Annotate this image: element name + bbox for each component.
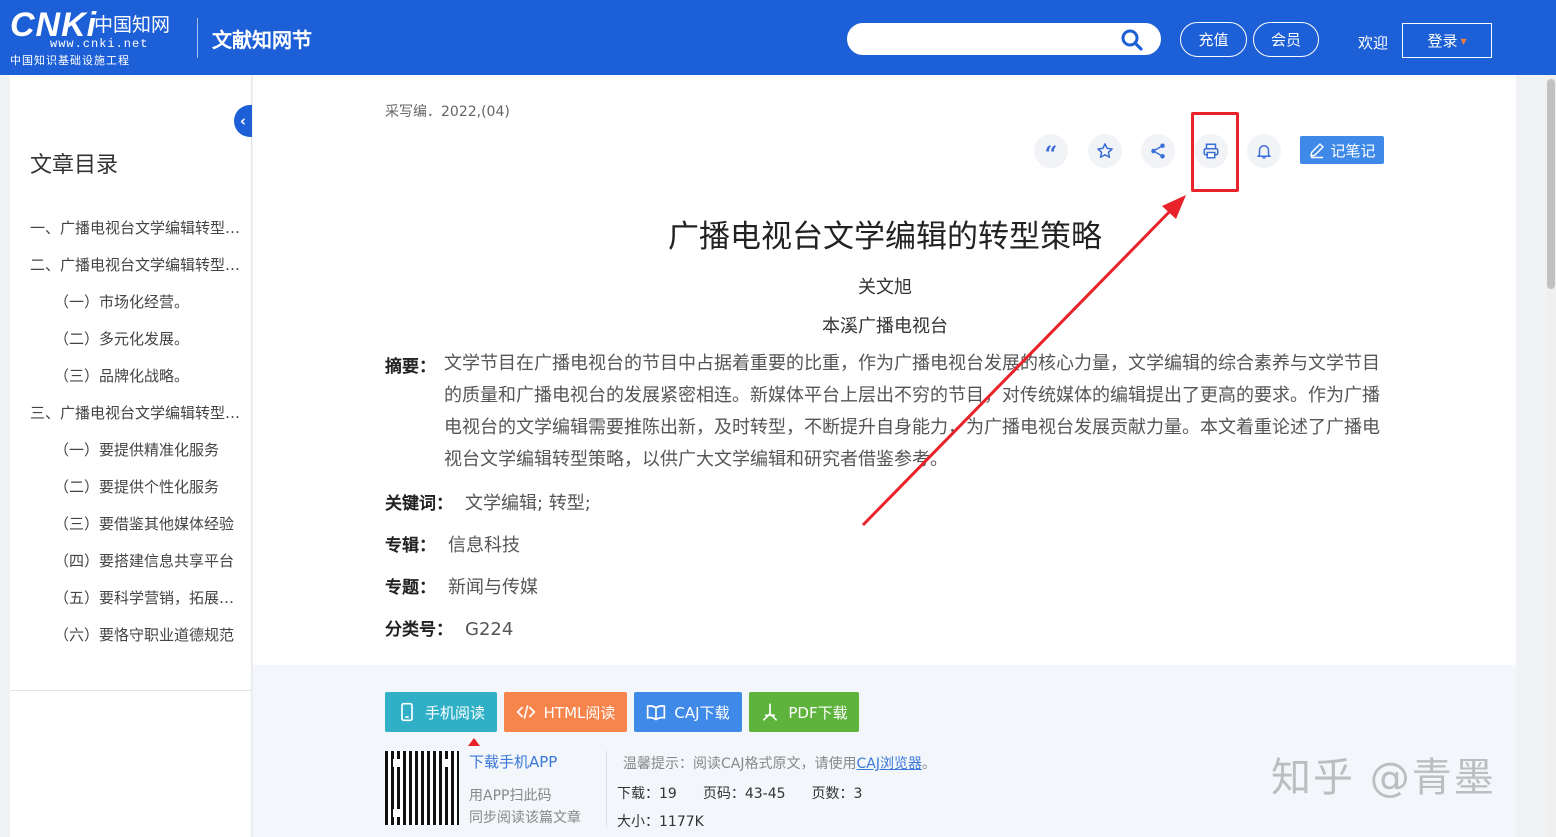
take-notes-label: 记笔记 xyxy=(1330,141,1376,160)
app-sync-text: 同步阅读该篇文章 xyxy=(469,810,581,826)
member-button[interactable]: 会员 xyxy=(1253,22,1319,57)
logo-divider xyxy=(197,18,198,58)
phone-icon xyxy=(401,702,413,722)
toc-list: 一、广播电视台文学编辑转型的必要性 二、广播电视台文学编辑转型的方向 （一）市场… xyxy=(30,217,242,661)
login-button[interactable]: 登录 ▾ xyxy=(1402,23,1492,58)
toc-item[interactable]: 二、广播电视台文学编辑转型的方向 xyxy=(30,254,242,291)
toc-item[interactable]: （二）要提供个性化服务 xyxy=(30,476,242,513)
caj-download-label: CAJ下载 xyxy=(674,703,730,722)
sidebar-collapse-button[interactable]: ‹ xyxy=(234,105,252,137)
welcome-label: 欢迎 xyxy=(1358,34,1389,52)
keywords-row: 关键词： 文学编辑; 转型; xyxy=(385,489,591,515)
bell-icon xyxy=(1257,145,1271,159)
favorite-button[interactable] xyxy=(1088,134,1122,168)
scrollbar-thumb[interactable] xyxy=(1547,79,1555,289)
cnki-logo[interactable]: CNKi 中国知网 www.cnki.net 中国知识基础设施工程 xyxy=(8,6,188,67)
article-stats: 下载：19 页码：43-45 页数：3 xyxy=(617,783,888,803)
qr-pointer-icon xyxy=(468,738,480,746)
classification-value: G224 xyxy=(465,619,514,640)
toc-item[interactable]: （三）品牌化战略。 xyxy=(30,365,242,402)
file-size-row: 大小：1177K xyxy=(617,811,730,831)
site-name[interactable]: 文献知网节 xyxy=(212,24,312,53)
toc-item[interactable]: （一）市场化经营。 xyxy=(30,291,242,328)
share-icon xyxy=(1151,143,1165,159)
book-icon xyxy=(647,705,666,721)
toc-item[interactable]: （六）要恪守职业道德规范 xyxy=(30,624,242,661)
album-label: 专辑： xyxy=(385,536,436,556)
search-input[interactable] xyxy=(847,23,1161,55)
download-app-link[interactable]: 下载手机APP xyxy=(469,751,557,772)
quote-icon: “ xyxy=(1044,142,1058,168)
article-title: 广播电视台文学编辑的转型策略 xyxy=(668,219,1102,255)
article-organization[interactable]: 本溪广播电视台 xyxy=(763,312,1007,338)
pdf-download-button[interactable]: PDF下载 xyxy=(749,692,859,732)
article-source[interactable]: 采写编．2022,(04) xyxy=(385,101,510,121)
login-label: 登录 xyxy=(1427,32,1458,50)
caj-download-button[interactable]: CAJ下载 xyxy=(634,692,742,732)
toc-item[interactable]: （三）要借鉴其他媒体经验 xyxy=(30,513,242,550)
app-scan-text: 用APP扫此码 xyxy=(469,788,552,804)
logo-url: www.cnki.net xyxy=(50,37,149,51)
pdf-icon xyxy=(763,703,778,721)
subscribe-button[interactable] xyxy=(1247,134,1281,168)
html-read-label: HTML阅读 xyxy=(543,703,616,722)
toc-item[interactable]: （一）要提供精准化服务 xyxy=(30,439,242,476)
toc-title: 文章目录 xyxy=(30,153,119,178)
zhihu-watermark: 知乎 @青墨 xyxy=(1271,755,1496,801)
caj-tip-suffix: 。 xyxy=(921,756,936,772)
page-range: 页码：43-45 xyxy=(702,786,786,802)
logo-brand-cn: 中国知网 xyxy=(94,14,171,36)
abstract-label: 摘要： xyxy=(385,357,436,377)
classification-label: 分类号： xyxy=(385,620,453,640)
print-highlight-box xyxy=(1191,112,1239,192)
page-scrollbar[interactable] xyxy=(1546,75,1556,837)
mobile-read-label: 手机阅读 xyxy=(424,703,485,722)
page-count: 页数：3 xyxy=(811,786,863,802)
cite-button[interactable]: “ xyxy=(1034,134,1068,168)
pencil-icon xyxy=(1310,143,1325,159)
caj-tip: 温馨提示：阅读CAJ格式原文，请使用CAJ浏览器。 xyxy=(623,753,936,773)
toc-item[interactable]: （四）要搭建信息共享平台 xyxy=(30,550,242,587)
chevron-down-icon: ▾ xyxy=(1460,33,1467,48)
caj-viewer-link[interactable]: CAJ浏览器 xyxy=(856,756,921,772)
code-icon xyxy=(516,705,536,719)
logo-subtitle: 中国知识基础设施工程 xyxy=(10,54,130,67)
top-header: CNKi 中国知网 www.cnki.net 中国知识基础设施工程 文献知网节 … xyxy=(0,0,1556,75)
panel-divider xyxy=(606,751,607,827)
album-row: 专辑： 信息科技 xyxy=(385,531,520,557)
caj-tip-prefix: 温馨提示：阅读CAJ格式原文，请使用 xyxy=(623,756,857,772)
topic-label: 专题： xyxy=(385,578,436,598)
toc-item[interactable]: （五）要科学营销，拓展渠道 xyxy=(30,587,242,624)
toc-item[interactable]: 一、广播电视台文学编辑转型的必要性 xyxy=(30,217,242,254)
take-notes-button[interactable]: 记笔记 xyxy=(1300,136,1384,164)
search-icon[interactable] xyxy=(1120,28,1144,52)
toc-item[interactable]: （二）多元化发展。 xyxy=(30,328,242,365)
article-main: 采写编．2022,(04) “ 记笔记 广播电视台文学编辑的转型策略 关文旭 本… xyxy=(253,75,1516,837)
file-size: 大小：1177K xyxy=(617,814,704,830)
app-qr-code xyxy=(385,751,459,825)
album-value: 信息科技 xyxy=(448,535,520,556)
star-icon xyxy=(1097,143,1113,158)
toc-sidebar: ‹ 文章目录 一、广播电视台文学编辑转型的必要性 二、广播电视台文学编辑转型的方… xyxy=(10,75,252,837)
html-read-button[interactable]: HTML阅读 xyxy=(504,692,627,732)
mobile-read-button[interactable]: 手机阅读 xyxy=(385,692,497,732)
pdf-download-label: PDF下载 xyxy=(788,703,848,722)
article-author[interactable]: 关文旭 xyxy=(801,273,969,299)
topic-row: 专题： 新闻与传媒 xyxy=(385,573,538,599)
topic-value: 新闻与传媒 xyxy=(448,577,538,598)
classification-row: 分类号： G224 xyxy=(385,615,513,640)
toc-item[interactable]: 三、广播电视台文学编辑转型的策略 xyxy=(30,402,242,439)
keywords-value[interactable]: 文学编辑; 转型; xyxy=(465,493,591,514)
download-panel: 手机阅读 HTML阅读 CAJ下载 PDF下载 下载手机APP 用APP扫此码 … xyxy=(253,665,1516,837)
abstract-text: 文学节目在广播电视台的节目中占据着重要的比重，作为广播电视台发展的核心力量，文学… xyxy=(444,353,1380,470)
download-count: 下载：19 xyxy=(617,786,677,802)
share-button[interactable] xyxy=(1141,134,1175,168)
recharge-button[interactable]: 充值 xyxy=(1180,22,1247,57)
sidebar-divider xyxy=(10,690,252,691)
keywords-label: 关键词： xyxy=(385,494,453,514)
